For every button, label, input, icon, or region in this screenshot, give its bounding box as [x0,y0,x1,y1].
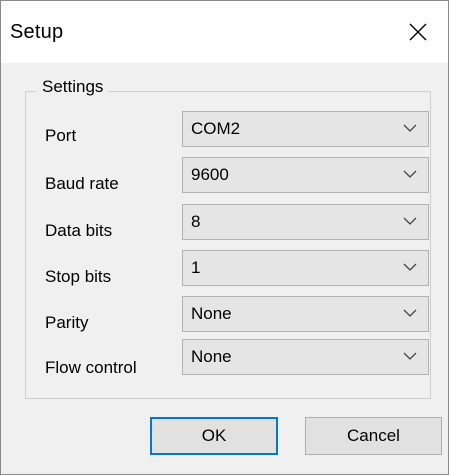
close-button[interactable] [388,1,448,63]
settings-group-label: Settings [37,77,109,97]
data-bits-select[interactable]: 8 [182,204,429,240]
stop-bits-value: 1 [191,258,201,277]
cancel-button[interactable]: Cancel [305,417,442,455]
window-title: Setup [10,21,64,43]
chevron-down-icon [403,124,417,132]
data-bits-value: 8 [191,212,201,231]
chevron-down-icon [403,170,417,178]
ok-button[interactable]: OK [150,417,278,455]
port-value: COM2 [191,119,241,138]
stop-bits-label: Stop bits [45,267,112,286]
flow-control-select[interactable]: None [182,339,429,375]
baud-rate-value: 9600 [191,165,229,184]
chevron-down-icon [403,263,417,271]
flow-control-value: None [191,347,232,366]
data-bits-label: Data bits [45,221,113,240]
port-select[interactable]: COM2 [182,111,429,147]
chevron-down-icon [403,352,417,360]
parity-label: Parity [45,313,89,332]
setup-dialog: Setup Settings Port COM2 Baud rate 9600 … [0,0,449,475]
baud-rate-select[interactable]: 9600 [182,157,429,193]
parity-value: None [191,304,232,323]
flow-control-label: Flow control [45,358,137,377]
port-label: Port [45,126,77,145]
chevron-down-icon [403,309,417,317]
stop-bits-select[interactable]: 1 [182,250,429,286]
baud-rate-label: Baud rate [45,174,119,193]
parity-select[interactable]: None [182,296,429,332]
close-icon [409,23,427,41]
title-bar: Setup [1,1,448,63]
chevron-down-icon [403,217,417,225]
